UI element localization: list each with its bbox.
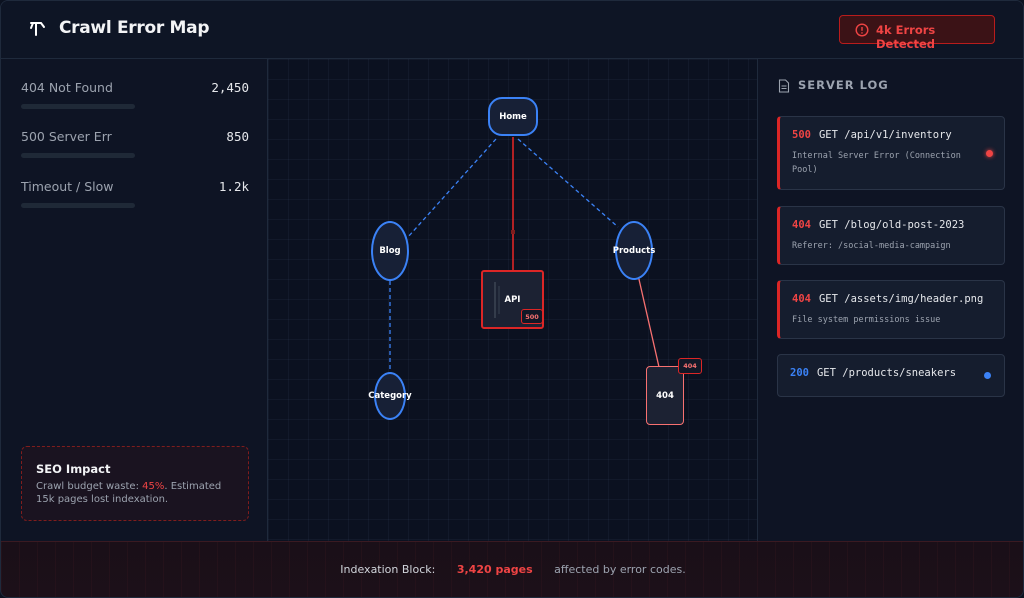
status-code: 500: [792, 129, 811, 141]
document-icon: [778, 79, 790, 93]
log-request: GET /assets/img/header.png: [818, 293, 984, 305]
node-404[interactable]: 404: [646, 366, 684, 425]
log-lines-icon: [494, 282, 500, 318]
alert-label: 4k Errors Detected: [876, 23, 936, 51]
metrics-sidebar: 404 Not Found 2,450 500 Server Err 850 T…: [1, 59, 268, 541]
site-map-canvas[interactable]: Home Blog Products API 500 Category 404 …: [268, 59, 757, 541]
alert-circle-icon: [855, 23, 869, 37]
node-label: Blog: [379, 246, 401, 256]
node-label: Home: [499, 111, 527, 122]
seo-impact-title: SEO Impact: [36, 462, 111, 476]
error-code-tag: 404: [678, 358, 702, 374]
metric-timeout: Timeout / Slow 1.2k: [21, 179, 249, 219]
log-entry[interactable]: 404 GET /blog/old-post-2023 Referer: /soc…: [777, 206, 1005, 265]
log-entry[interactable]: 500 GET /api/v1/inventory Internal Server…: [777, 116, 1005, 190]
log-request-line: 500 GET /api/v1/inventory: [792, 129, 952, 141]
node-api[interactable]: API 500: [481, 270, 544, 329]
metric-bar: [21, 153, 135, 158]
status-code: 200: [790, 367, 809, 379]
indexation-footer: Indexation Block: 3,420 pages affected b…: [1, 541, 1023, 597]
node-label: API: [504, 294, 521, 305]
error-status-dot: [986, 150, 993, 157]
blocked-pages-count: 3,420 pages: [456, 563, 533, 576]
metric-bar: [21, 203, 135, 208]
broom-icon: [30, 22, 45, 36]
log-detail: Referer: /social-media-campaign: [792, 241, 951, 251]
edge-products-404: [637, 274, 660, 368]
footer-label: Indexation Block:: [340, 563, 436, 576]
errors-detected-badge[interactable]: 4k Errors Detected: [839, 15, 995, 51]
log-detail: File system permissions issue: [792, 315, 941, 325]
node-products[interactable]: Products: [612, 221, 656, 280]
edge-home-blog: [407, 138, 497, 238]
log-request-line: 200 GET /products/sneakers: [790, 367, 956, 379]
metric-value: 1.2k: [218, 179, 249, 194]
footer-summary: Indexation Block: 3,420 pages affected b…: [1, 563, 1023, 576]
ok-status-dot: [984, 372, 991, 379]
log-request-line: 404 GET /assets/img/header.png: [792, 293, 983, 305]
metric-500: 500 Server Err 850: [21, 129, 249, 169]
page-title: Crawl Error Map: [59, 18, 210, 38]
status-code: 404: [792, 293, 811, 305]
log-request-line: 404 GET /blog/old-post-2023: [792, 219, 964, 231]
metric-404: 404 Not Found 2,450: [21, 80, 249, 120]
metric-label: 404 Not Found: [21, 80, 113, 95]
log-entry[interactable]: 404 GET /assets/img/header.png File syste…: [777, 280, 1005, 339]
edge-marker: [511, 230, 515, 234]
metric-value: 850: [226, 129, 249, 144]
crawl-waste-percent: 45%: [142, 481, 165, 492]
edge-home-products: [517, 138, 619, 228]
seo-text-before: Crawl budget waste:: [36, 481, 143, 492]
top-bar: Crawl Error Map 4k Errors Detected: [1, 1, 1023, 59]
log-request: GET /blog/old-post-2023: [818, 219, 965, 231]
log-request: GET /products/sneakers: [816, 367, 957, 379]
log-detail: Internal Server Error (Connection Pool): [792, 151, 961, 175]
metric-bar: [21, 104, 135, 109]
status-code: 404: [792, 219, 811, 231]
server-log-panel: SERVER LOG 500 GET /api/v1/inventory Inte…: [757, 59, 1023, 541]
node-category[interactable]: Category: [368, 372, 412, 420]
app-window: Crawl Error Map 4k Errors Detected 404 N…: [0, 0, 1024, 598]
error-code-tag: 500: [521, 309, 543, 324]
node-home[interactable]: Home: [488, 97, 538, 136]
log-request: GET /api/v1/inventory: [818, 129, 952, 141]
node-label: Category: [368, 391, 412, 401]
footer-suffix: affected by error codes.: [554, 563, 686, 576]
node-label: 404: [656, 390, 674, 401]
node-label: Products: [612, 245, 656, 256]
metric-value: 2,450: [211, 80, 249, 95]
seo-impact-text: Crawl budget waste: 45%. Estimated 15k p…: [36, 480, 241, 506]
metric-label: Timeout / Slow: [21, 179, 114, 194]
metric-label: 500 Server Err: [21, 129, 112, 144]
server-log-title: SERVER LOG: [798, 78, 889, 92]
node-blog[interactable]: Blog: [371, 221, 409, 281]
seo-impact-card: SEO Impact Crawl budget waste: 45%. Esti…: [21, 446, 249, 521]
log-entry[interactable]: 200 GET /products/sneakers: [777, 354, 1005, 397]
